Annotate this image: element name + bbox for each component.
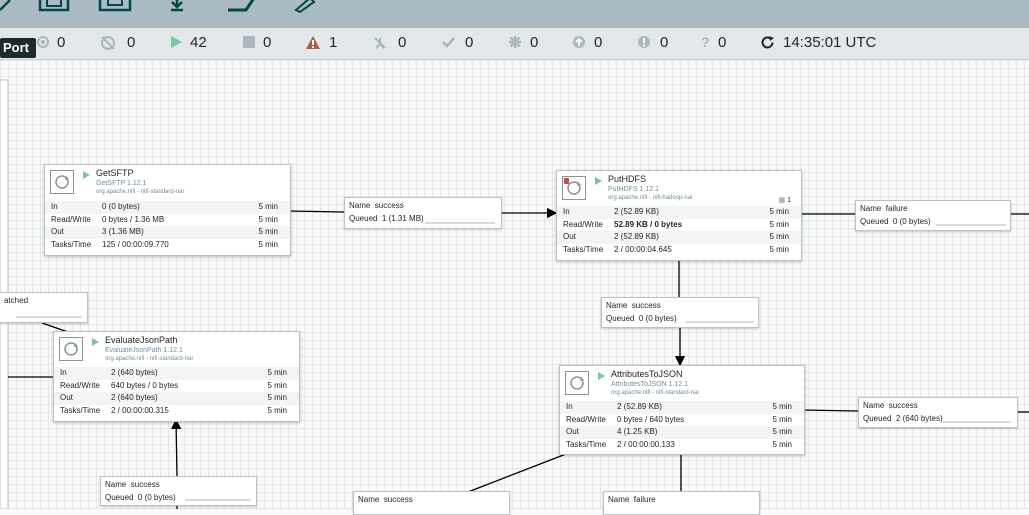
connection-label-success[interactable]: Name success Queued 1 (1.31 MB) xyxy=(344,197,502,229)
stats-row-in: In 2 (52.89 KB) 5 min xyxy=(560,401,804,414)
stats-row-readwrite: Read/Write 0 bytes / 1.36 MB 5 min xyxy=(51,214,278,224)
stats-row-readwrite: Read/Write 52.89 KB / 0 bytes 5 min xyxy=(563,219,789,229)
connection-line[interactable] xyxy=(801,409,859,412)
processor-header: GetSFTP GetSFTP 1.12.1 org.apache.nifi -… xyxy=(45,165,290,199)
processor-puthdfs[interactable]: PutHDFS PutHDFS 1.12.1 org.apache.nifi -… xyxy=(556,170,802,261)
queue-bar xyxy=(425,222,495,224)
threads-icon: ▦ xyxy=(778,197,786,204)
running-icon xyxy=(83,171,90,179)
processor-getsftp[interactable]: GetSFTP GetSFTP 1.12.1 org.apache.nifi -… xyxy=(44,164,291,256)
queue-bar xyxy=(185,499,251,501)
processor-attributestojson[interactable]: AttributesToJSON AttributesToJSON 1.12.1… xyxy=(559,365,805,455)
connection-label-success[interactable]: Name success Queued 0 (0 bytes) xyxy=(100,476,257,506)
stats-row-in: In 2 (52.89 KB) 5 min xyxy=(557,206,801,219)
connection-line[interactable] xyxy=(288,210,345,213)
processor-type: PutHDFS 1.12.1 xyxy=(608,186,659,193)
connection-label-failure[interactable]: Name failure Queued 0 (0 bytes) xyxy=(855,200,1011,231)
stats-row-in: In 2 (640 bytes) 5 min xyxy=(54,367,299,380)
processor-bundle: org.apache.nifi - nifi-standard-nar xyxy=(611,390,700,396)
connection-label-failure[interactable]: Name failure xyxy=(603,491,760,515)
processor-type: EvaluateJsonPath 1.12.1 xyxy=(105,347,183,354)
queue-bar xyxy=(16,316,82,318)
stats-row-tasks: Tasks/Time 2 / 00:00:00.133 5 min xyxy=(566,439,792,449)
processor-header: EvaluateJsonPath EvaluateJsonPath 1.12.1… xyxy=(54,332,299,366)
stats-row-tasks: Tasks/Time 2 / 00:00:00.315 5 min xyxy=(60,405,287,415)
stats-row-out: Out 3 (1.36 MB) 5 min xyxy=(45,226,290,239)
stats-row-in: In 0 (0 bytes) 5 min xyxy=(45,201,290,214)
connection-line[interactable] xyxy=(170,418,182,477)
stats-row-tasks: Tasks/Time 125 / 00:00:09.770 5 min xyxy=(51,239,278,249)
processor-name: PutHDFS xyxy=(608,174,647,184)
processor-icon xyxy=(565,371,589,395)
processor-name: AttributesToJSON xyxy=(611,369,683,379)
processor-icon xyxy=(50,170,74,194)
processor-name: GetSFTP xyxy=(96,168,134,178)
connection-label-success[interactable]: Name success Queued 0 (0 bytes) xyxy=(601,297,759,328)
processor-type: GetSFTP 1.12.1 xyxy=(96,180,147,187)
processor-bundle: org.apache.nifi - nifi-hadoop-nar xyxy=(608,195,694,201)
stats-row-out: Out 2 (52.89 KB) 5 min xyxy=(557,231,801,244)
running-icon xyxy=(598,372,605,380)
stats-row-readwrite: Read/Write 0 bytes / 640 bytes 5 min xyxy=(566,414,792,424)
processor-icon xyxy=(562,176,586,200)
processor-name: EvaluateJsonPath xyxy=(105,335,178,345)
queue-bar xyxy=(943,421,1011,423)
stats-row-tasks: Tasks/Time 2 / 00:00:04.645 5 min xyxy=(563,244,789,254)
running-icon xyxy=(595,177,602,185)
processor-header: AttributesToJSON AttributesToJSON 1.12.1… xyxy=(560,366,804,400)
stats-row-out: Out 4 (1.25 KB) 5 min xyxy=(560,426,804,439)
active-threads: ▦ 1 xyxy=(778,197,791,204)
queue-bar xyxy=(686,321,754,323)
running-icon xyxy=(92,338,99,346)
processor-bundle: org.apache.nifi - nifi-standard-nar xyxy=(96,189,185,195)
processor-type: AttributesToJSON 1.12.1 xyxy=(611,381,689,388)
connection-label-success[interactable]: Name success Queued 2 (640 bytes) xyxy=(858,397,1018,428)
queue-bar xyxy=(936,224,1006,226)
processor-evaluatejsonpath[interactable]: EvaluateJsonPath EvaluateJsonPath 1.12.1… xyxy=(53,331,300,422)
stats-row-out: Out 2 (640 bytes) 5 min xyxy=(54,392,299,405)
connection-line[interactable] xyxy=(467,453,567,493)
processor-header: PutHDFS PutHDFS 1.12.1 org.apache.nifi -… xyxy=(557,171,801,205)
processor-bundle: org.apache.nifi - nifi-standard-nar xyxy=(105,356,194,362)
connection-label-success[interactable]: Name success xyxy=(353,491,510,515)
processor-icon xyxy=(59,337,83,361)
connection-label-matched[interactable]: atched xyxy=(0,292,88,323)
stats-row-readwrite: Read/Write 640 bytes / 0 bytes 5 min xyxy=(60,380,287,390)
